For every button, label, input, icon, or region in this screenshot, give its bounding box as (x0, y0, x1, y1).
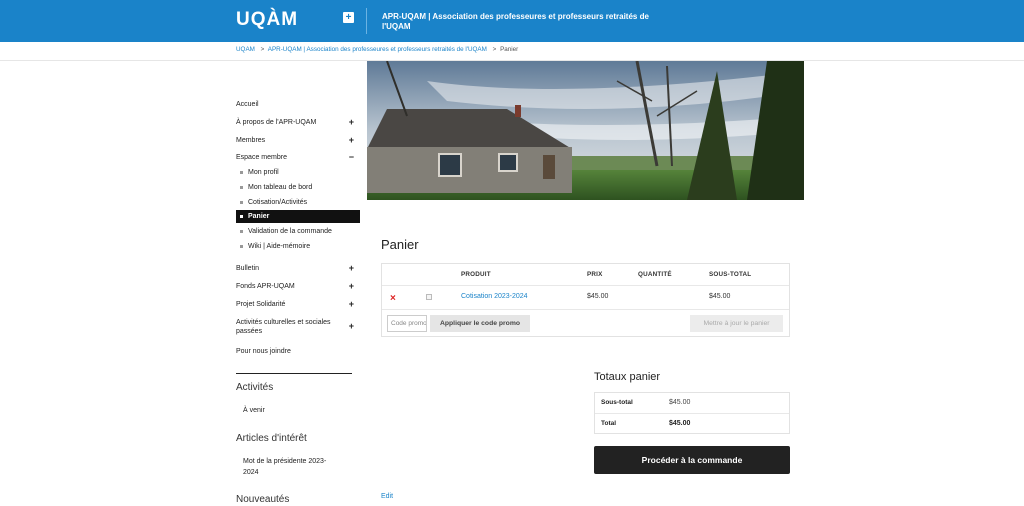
expand-plus-icon[interactable]: + (349, 136, 354, 145)
expand-plus-icon[interactable]: + (349, 264, 354, 273)
breadcrumb: UQAM > APR-UQAM | Association des profes… (236, 46, 518, 53)
proceed-to-checkout-button[interactable]: Procéder à la commande (594, 446, 790, 474)
column-header-quantite: QUANTITÉ (638, 271, 672, 278)
total-value: $45.00 (669, 420, 691, 427)
sidebar-subitem-label: Mon profil (248, 169, 279, 176)
bullet-icon (240, 245, 243, 248)
sidebar-subitem-panier[interactable]: Panier (236, 210, 360, 223)
sidebar-subitem-label: Panier (248, 213, 270, 220)
update-cart-button[interactable]: Mettre à jour le panier (690, 315, 783, 332)
cart-table: PRODUIT PRIX QUANTITÉ SOUS-TOTAL × Cotis… (381, 263, 790, 337)
breadcrumb-separator: > (492, 46, 497, 53)
column-header-sous-total: SOUS-TOTAL (709, 271, 752, 278)
hero-image (367, 61, 804, 200)
widget-title-articles: Articles d'intérêt (236, 433, 307, 444)
product-price: $45.00 (587, 293, 609, 300)
sidebar-item-espace-membre[interactable]: Espace membre − (236, 153, 360, 162)
sidebar-subitem-wiki[interactable]: Wiki | Aide-mémoire (236, 240, 360, 253)
cart-totals-title: Totaux panier (594, 371, 661, 383)
breadcrumb-item-current: Panier (500, 46, 519, 53)
sidebar-item-membres[interactable]: Membres + (236, 136, 360, 145)
sidebar-item-label: À propos de l'APR-UQAM (236, 119, 317, 126)
site-header: UQÀM + APR-UQAM | Association des profes… (0, 0, 1024, 42)
sidebar-subitem-label: Wiki | Aide-mémoire (248, 243, 311, 250)
sidebar-item-activites-culturelles[interactable]: Activités culturelles et sociales passée… (236, 318, 360, 336)
sidebar-item-projet-solidarite[interactable]: Projet Solidarité + (236, 300, 360, 309)
product-link[interactable]: Cotisation 2023-2024 (461, 293, 528, 300)
breadcrumb-item-uqam[interactable]: UQAM (236, 46, 255, 53)
sidebar-subitem-label: Mon tableau de bord (248, 184, 313, 191)
total-label: Total (601, 420, 617, 427)
expand-plus-icon[interactable]: + (349, 118, 354, 127)
bullet-icon (240, 171, 243, 174)
cart-totals-table: Sous-total $45.00 Total $45.00 (594, 392, 790, 434)
sidebar-item-bulletin[interactable]: Bulletin + (236, 264, 360, 273)
sidebar-item-label: Membres (236, 137, 266, 144)
subtotal-label: Sous-total (601, 399, 633, 406)
column-header-produit: PRODUIT (461, 271, 491, 278)
bullet-icon (240, 215, 243, 218)
widget-link-a-venir[interactable]: À venir (243, 405, 343, 416)
sidebar-item-label: Fonds APR-UQAM (236, 283, 295, 290)
sidebar-divider (236, 373, 352, 374)
sidebar-item-label: Activités culturelles et sociales passée… (236, 319, 331, 335)
widget-link-mot-presidente[interactable]: Mot de la présidente 2023-2024 (243, 456, 341, 478)
widget-title-nouveautes: Nouveautés (236, 494, 290, 505)
header-divider (366, 8, 367, 34)
remove-item-icon[interactable]: × (390, 293, 396, 304)
sidebar-item-a-propos[interactable]: À propos de l'APR-UQAM + (236, 118, 360, 127)
sidebar-subitem-tableau-de-bord[interactable]: Mon tableau de bord (236, 181, 360, 194)
subtotal-value: $45.00 (669, 399, 691, 406)
breadcrumb-item-apr[interactable]: APR-UQAM | Association des professeures … (268, 46, 487, 53)
site-title[interactable]: APR-UQAM | Association des professeures … (382, 12, 672, 32)
bullet-icon (240, 230, 243, 233)
sidebar-subitem-label: Validation de la commande (248, 228, 332, 235)
bullet-icon (240, 186, 243, 189)
uqam-logo[interactable]: UQÀM (236, 9, 298, 31)
expand-plus-icon[interactable]: + (349, 322, 354, 331)
sidebar-subitem-label: Cotisation/Activités (248, 199, 308, 206)
product-thumbnail[interactable] (426, 294, 432, 300)
sidebar-item-accueil[interactable]: Accueil (236, 100, 360, 109)
sidebar-item-label: Accueil (236, 101, 259, 108)
sidebar-subitem-validation[interactable]: Validation de la commande (236, 225, 360, 238)
stone-house-landscape-image (367, 61, 804, 200)
coupon-code-input[interactable]: Code promo (387, 315, 427, 332)
product-subtotal: $45.00 (709, 293, 731, 300)
sidebar-subitem-mon-profil[interactable]: Mon profil (236, 166, 360, 179)
expand-plus-icon[interactable]: + (349, 300, 354, 309)
sidebar-item-label: Bulletin (236, 265, 259, 272)
apply-coupon-button[interactable]: Appliquer le code promo (430, 315, 530, 332)
table-divider (382, 285, 789, 286)
sidebar-item-label: Projet Solidarité (236, 301, 286, 308)
plus-icon[interactable]: + (343, 12, 354, 23)
widget-title-activites: Activités (236, 382, 274, 393)
breadcrumb-separator: > (260, 46, 265, 53)
bullet-icon (240, 201, 243, 204)
expand-plus-icon[interactable]: + (349, 282, 354, 291)
table-divider (382, 309, 789, 310)
sidebar-item-fonds[interactable]: Fonds APR-UQAM + (236, 282, 360, 291)
sidebar-item-label: Espace membre (236, 154, 287, 161)
column-header-prix: PRIX (587, 271, 603, 278)
page-title: Panier (381, 237, 419, 252)
sidebar-subitem-cotisation[interactable]: Cotisation/Activités (236, 196, 360, 209)
sidebar-item-label: Pour nous joindre (236, 348, 291, 355)
sidebar-item-pour-nous-joindre[interactable]: Pour nous joindre (236, 347, 360, 356)
edit-link[interactable]: Edit (381, 493, 393, 500)
collapse-minus-icon[interactable]: − (349, 153, 354, 162)
totals-divider (595, 413, 789, 414)
